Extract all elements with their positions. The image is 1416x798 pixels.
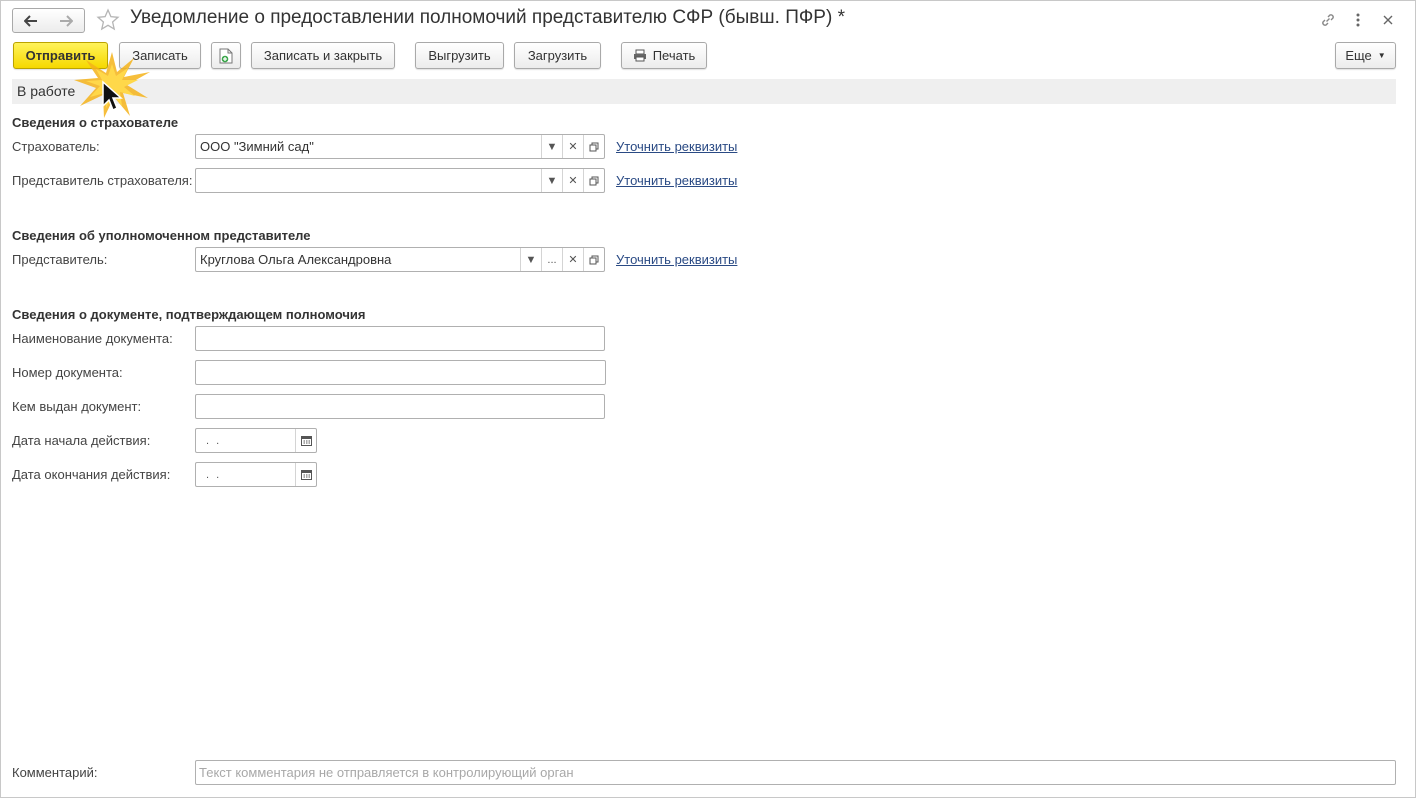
comment-placeholder: Текст комментария не отправляется в конт… xyxy=(199,765,574,780)
end-date-label: Дата окончания действия: xyxy=(12,467,171,482)
forward-button[interactable] xyxy=(48,8,85,33)
back-button[interactable] xyxy=(12,8,49,33)
print-button-label: Печать xyxy=(652,48,696,63)
comment-input[interactable]: Текст комментария не отправляется в конт… xyxy=(195,760,1396,785)
insurer-rep-label: Представитель страхователя: xyxy=(12,173,193,188)
select-button[interactable]: ... xyxy=(541,248,562,271)
doc-name-label: Наименование документа: xyxy=(12,331,173,346)
issued-by-label: Кем выдан документ: xyxy=(12,399,142,414)
forward-arrow-icon xyxy=(60,14,73,27)
calendar-icon[interactable] xyxy=(295,429,316,452)
insurer-value: ООО "Зимний сад" xyxy=(200,139,314,154)
form-title: Уведомление о предоставлении полномочий … xyxy=(130,7,845,28)
link-icon[interactable] xyxy=(1318,10,1338,30)
representative-field[interactable]: Круглова Ольга Александровна ▼ ... ✕ xyxy=(195,247,605,272)
dropdown-icon[interactable]: ▼ xyxy=(541,135,562,158)
representative-value: Круглова Ольга Александровна xyxy=(200,252,392,267)
insurer-label: Страхователь: xyxy=(12,139,100,154)
start-date-value: . . xyxy=(206,434,222,447)
favorite-star-icon[interactable] xyxy=(96,8,120,32)
document-section-title: Сведения о документе, подтверждающем пол… xyxy=(12,307,366,322)
insurer-clarify-link[interactable]: Уточнить реквизиты xyxy=(616,139,737,154)
clear-icon[interactable]: ✕ xyxy=(562,248,583,271)
clear-icon[interactable]: ✕ xyxy=(562,135,583,158)
close-icon[interactable] xyxy=(1378,10,1398,30)
more-vertical-icon[interactable] xyxy=(1348,10,1368,30)
document-add-icon xyxy=(219,48,233,63)
issued-by-input[interactable] xyxy=(195,394,605,419)
representative-section-title: Сведения об уполномоченном представителе xyxy=(12,228,311,243)
doc-name-input[interactable] xyxy=(195,326,605,351)
more-actions-label: Еще xyxy=(1345,48,1372,63)
printer-icon xyxy=(633,49,647,62)
comment-label: Комментарий: xyxy=(12,765,98,780)
doc-number-input[interactable] xyxy=(195,360,606,385)
representative-label: Представитель: xyxy=(12,252,108,267)
insurer-rep-field[interactable]: ▼ ✕ xyxy=(195,168,605,193)
doc-number-label: Номер документа: xyxy=(12,365,123,380)
save-and-close-button[interactable]: Записать и закрыть xyxy=(251,42,395,69)
more-actions-button[interactable]: Еще ▼ xyxy=(1335,42,1396,69)
dropdown-icon[interactable]: ▼ xyxy=(520,248,541,271)
open-icon[interactable] xyxy=(583,135,604,158)
start-date-label: Дата начала действия: xyxy=(12,433,151,448)
start-date-input[interactable]: . . xyxy=(195,428,317,453)
dropdown-icon[interactable]: ▼ xyxy=(541,169,562,192)
status-text: В работе xyxy=(17,83,76,99)
status-bar: В работе xyxy=(12,79,1396,104)
representative-clarify-link[interactable]: Уточнить реквизиты xyxy=(616,252,737,267)
print-button[interactable]: Печать xyxy=(621,42,707,69)
clear-icon[interactable]: ✕ xyxy=(562,169,583,192)
export-button[interactable]: Выгрузить xyxy=(415,42,504,69)
insurer-field[interactable]: ООО "Зимний сад" ▼ ✕ xyxy=(195,134,605,159)
mouse-pointer-icon xyxy=(102,80,123,112)
create-based-on-button[interactable] xyxy=(211,42,241,69)
open-icon[interactable] xyxy=(583,169,604,192)
back-arrow-icon xyxy=(23,14,37,27)
chevron-down-icon: ▼ xyxy=(1377,51,1386,60)
end-date-input[interactable]: . . xyxy=(195,462,317,487)
insurer-rep-clarify-link[interactable]: Уточнить реквизиты xyxy=(616,173,737,188)
import-button[interactable]: Загрузить xyxy=(514,42,601,69)
end-date-value: . . xyxy=(206,468,222,481)
calendar-icon[interactable] xyxy=(295,463,316,486)
open-icon[interactable] xyxy=(583,248,604,271)
